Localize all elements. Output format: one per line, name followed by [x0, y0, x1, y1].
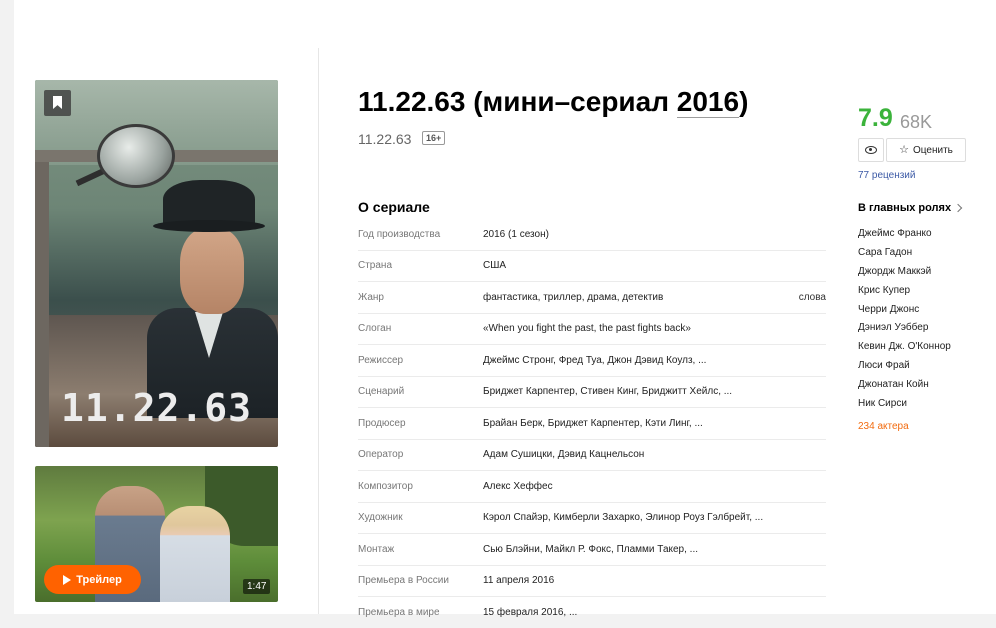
eye-icon — [865, 146, 877, 154]
rating-votes: 68K — [900, 112, 933, 132]
info-row: Сценарий Бриджет Карпентер, Стивен Кинг, … — [358, 377, 826, 408]
page: 11.22.63 Трейлер 1:47 11.22.63 (мини–сер… — [0, 0, 996, 618]
original-title: 11.22.63 — [358, 131, 412, 147]
play-icon — [63, 574, 72, 585]
chevron-right-icon — [953, 203, 963, 213]
info-row-label: Продюсер — [358, 417, 406, 429]
cast-item[interactable]: Кевин Дж. О'Коннор — [858, 340, 951, 359]
cast-item[interactable]: Джонатан Койн — [858, 378, 951, 397]
info-row-label: Художник — [358, 512, 403, 524]
info-row-value[interactable]: Адам Сушицки, Дэвид Кацнельсон — [483, 449, 826, 460]
info-row: Премьера в мире 15 февраля 2016, ... — [358, 597, 826, 628]
side-mirror — [97, 124, 175, 188]
star-icon: ☆ — [899, 143, 909, 156]
trailer-duration: 1:47 — [243, 579, 271, 594]
info-row-value[interactable]: 2016 (1 сезон) — [483, 229, 826, 240]
trailer-button[interactable]: Трейлер — [44, 565, 141, 594]
info-row-value[interactable]: Джеймс Стронг, Фред Туа, Джон Дэвид Коул… — [483, 355, 826, 366]
cast-item[interactable]: Джордж Маккэй — [858, 265, 951, 284]
info-row: Страна США — [358, 251, 826, 282]
title-year-link[interactable]: 2016 — [676, 86, 740, 118]
info-row-label: Жанр — [358, 291, 384, 303]
trailer-button-label: Трейлер — [76, 573, 122, 586]
info-row-label: Страна — [358, 260, 393, 272]
info-row-value[interactable]: 15 февраля 2016, ... — [483, 607, 826, 618]
info-row: Оператор Адам Сушицки, Дэвид Кацнельсон — [358, 440, 826, 471]
age-rating-badge: 16+ — [422, 131, 446, 145]
rate-button-label: Оценить — [913, 144, 953, 156]
column-divider — [318, 48, 319, 614]
cast-item[interactable]: Ник Сирси — [858, 397, 951, 416]
info-row-label: Композитор — [358, 480, 413, 492]
cast-item[interactable]: Джеймс Франко — [858, 227, 951, 246]
info-row: Режиссер Джеймс Стронг, Фред Туа, Джон Дэ… — [358, 345, 826, 377]
info-row-value[interactable]: Бриджет Карпентер, Стивен Кинг, Бриджитт… — [483, 386, 826, 397]
info-row-label: Режиссер — [358, 354, 404, 366]
info-row-label: Сценарий — [358, 386, 405, 398]
info-row-label: Премьера в России — [358, 575, 449, 587]
cast-list: Джеймс Франко Сара Гадон Джордж Маккэй Крис… — [858, 227, 951, 416]
about-heading: О сериале — [358, 199, 430, 215]
poster-title: 11.22.63 — [60, 386, 253, 430]
info-row-label: Монтаж — [358, 543, 395, 555]
cast-item[interactable]: Дэниэл Уэббер — [858, 321, 951, 340]
info-row-label: Оператор — [358, 449, 404, 461]
info-row-value[interactable]: фантастика, триллер, драма, детектив — [483, 292, 799, 303]
info-row-label: Год производства — [358, 228, 441, 240]
cast-item[interactable]: Крис Купер — [858, 284, 951, 303]
info-row: Художник Кэрол Спайэр, Кимберли Захарко, … — [358, 503, 826, 534]
info-row-extra-link[interactable]: слова — [799, 292, 826, 303]
info-row-label: Премьера в мире — [358, 606, 440, 618]
info-row-value[interactable]: Сью Блэйни, Майкл Р. Фокс, Пламми Такер,… — [483, 544, 826, 555]
cast-item[interactable]: Сара Гадон — [858, 246, 951, 265]
info-row: Год производства 2016 (1 сезон) — [358, 219, 826, 251]
info-row: Продюсер Брайан Берк, Бриджет Карпентер, … — [358, 408, 826, 440]
info-row: Композитор Алекс Хеффес — [358, 471, 826, 503]
info-row: Жанр фантастика, триллер, драма, детектив… — [358, 282, 826, 314]
info-row-value[interactable]: «When you fight the past, the past fight… — [483, 323, 826, 334]
info-row-value[interactable]: Кэрол Спайэр, Кимберли Захарко, Элинор Р… — [483, 512, 826, 523]
info-row-value[interactable]: Брайан Берк, Бриджет Карпентер, Кэти Лин… — [483, 418, 826, 429]
cast-item[interactable]: Люси Фрай — [858, 359, 951, 378]
info-row-value[interactable]: 11 апреля 2016 — [483, 575, 826, 586]
bookmark-icon — [53, 96, 62, 109]
rating-score: 7.9 — [858, 104, 893, 132]
info-row: Слоган «When you fight the past, the past… — [358, 314, 826, 345]
page-title: 11.22.63 (мини–сериал 2016) — [358, 86, 749, 118]
info-row: Премьера в России 11 апреля 2016 — [358, 566, 826, 597]
cast-heading[interactable]: В главных ролях — [858, 202, 963, 214]
rate-button[interactable]: ☆ Оценить — [886, 138, 966, 162]
info-row-value[interactable]: США — [483, 260, 826, 271]
info-row-label: Слоган — [358, 323, 392, 335]
cast-item[interactable]: Черри Джонс — [858, 303, 951, 322]
info-row-value[interactable]: Алекс Хеффес — [483, 481, 826, 492]
reviews-link[interactable]: 77 рецензий — [858, 170, 915, 181]
info-row: Монтаж Сью Блэйни, Майкл Р. Фокс, Пламми … — [358, 534, 826, 566]
cast-more-link[interactable]: 234 актера — [858, 421, 909, 432]
poster-image[interactable]: 11.22.63 — [35, 80, 278, 447]
info-table: Год производства 2016 (1 сезон) Страна США Ж… — [358, 219, 826, 628]
watched-button[interactable] — [858, 138, 884, 162]
bookmark-button[interactable] — [44, 90, 71, 116]
